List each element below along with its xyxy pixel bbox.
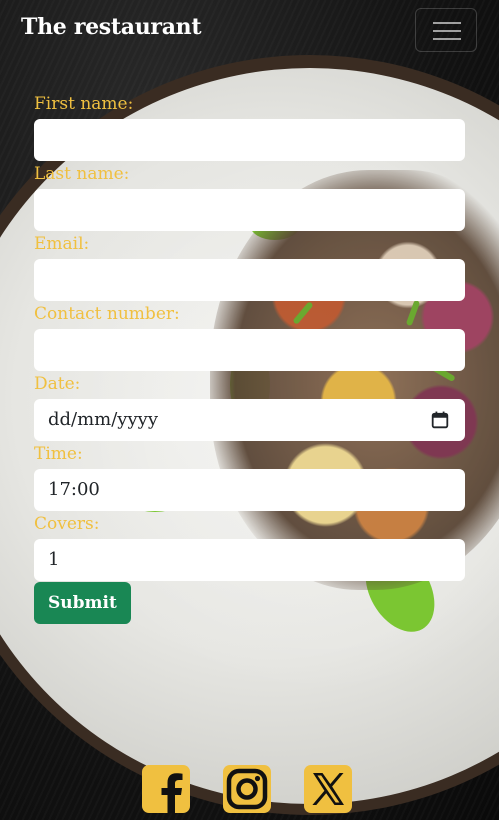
covers-input[interactable]: 1 bbox=[34, 539, 465, 581]
date-label: Date: bbox=[34, 374, 81, 394]
last-name-input[interactable] bbox=[34, 189, 465, 231]
reservation-form: First name: Last name: Email: Contact nu… bbox=[34, 90, 465, 624]
email-label: Email: bbox=[34, 234, 90, 254]
last-name-label: Last name: bbox=[34, 164, 130, 184]
x-icon bbox=[304, 765, 352, 813]
contact-number-label: Contact number: bbox=[34, 304, 180, 324]
date-input[interactable]: dd/mm/yyyy bbox=[34, 399, 465, 441]
navbar-toggler-button[interactable] bbox=[415, 8, 477, 52]
date-input-value: dd/mm/yyyy bbox=[48, 409, 158, 430]
covers-label: Covers: bbox=[34, 514, 100, 534]
time-input[interactable]: 17:00 bbox=[34, 469, 465, 511]
time-label: Time: bbox=[34, 444, 83, 464]
email-input[interactable] bbox=[34, 259, 465, 301]
covers-input-value: 1 bbox=[48, 549, 60, 570]
first-name-label: First name: bbox=[34, 94, 134, 114]
time-input-value: 17:00 bbox=[48, 479, 100, 500]
first-name-input[interactable] bbox=[34, 119, 465, 161]
submit-button[interactable]: Submit bbox=[34, 582, 131, 624]
instagram-link[interactable] bbox=[222, 764, 272, 814]
brand-title[interactable]: The restaurant bbox=[21, 14, 202, 40]
contact-number-input[interactable] bbox=[34, 329, 465, 371]
social-links bbox=[0, 764, 499, 814]
facebook-link[interactable] bbox=[141, 764, 191, 814]
instagram-icon bbox=[223, 765, 271, 813]
facebook-icon bbox=[142, 765, 190, 813]
x-link[interactable] bbox=[303, 764, 353, 814]
calendar-icon[interactable] bbox=[431, 411, 449, 429]
